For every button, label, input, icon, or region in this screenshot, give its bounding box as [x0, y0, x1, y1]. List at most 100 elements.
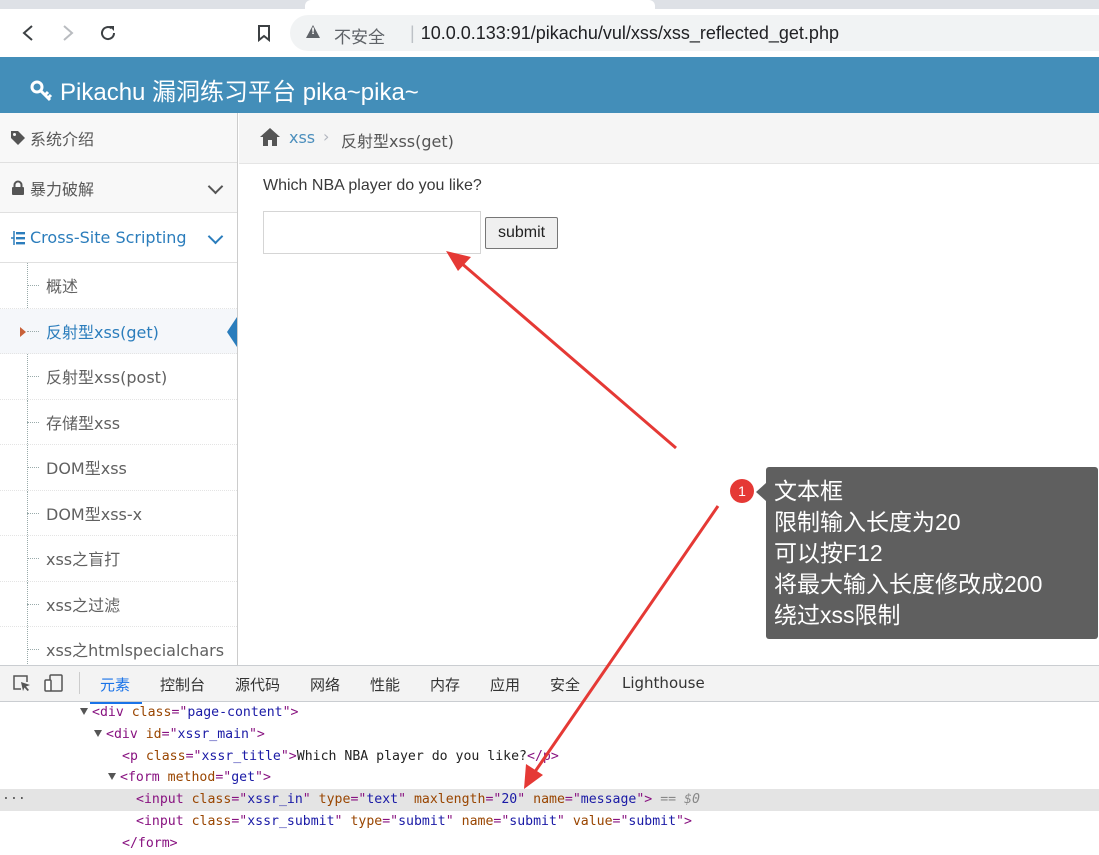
key-icon — [30, 79, 54, 103]
submenu-item-blind[interactable]: xss之盲打 — [0, 536, 237, 582]
url-separator: | — [410, 23, 415, 43]
tab-console[interactable]: 控制台 — [160, 674, 205, 695]
dom-node[interactable]: <p class="xssr_title">Which NBA player d… — [0, 746, 1099, 768]
tab-security[interactable]: 安全 — [550, 674, 580, 695]
annotation-badge: 1 — [730, 479, 754, 503]
tab-lighthouse[interactable]: Lighthouse — [622, 674, 705, 692]
back-icon[interactable] — [16, 21, 40, 45]
devtools-panel: 元素 控制台 源代码 网络 性能 内存 应用 安全 Lighthouse <di… — [0, 665, 1099, 851]
submenu-item-reflected-post[interactable]: 反射型xss(post) — [0, 354, 237, 400]
submenu-item-label: xss之盲打 — [46, 550, 121, 570]
submenu-item-label: xss之htmlspecialchars — [46, 641, 225, 661]
dom-node-selected[interactable]: ... <input class="xssr_in" type="text" ma… — [0, 788, 1099, 811]
submenu-item-htmlspecialchars[interactable]: xss之htmlspecialchars — [0, 627, 237, 665]
tree-line — [27, 354, 28, 399]
home-icon[interactable] — [259, 127, 281, 151]
annotation-line: 绕过xss限制 — [774, 602, 901, 628]
dom-node[interactable]: <div id="xssr_main"> — [0, 724, 1099, 746]
devtools-tabs: 元素 控制台 源代码 网络 性能 内存 应用 安全 Lighthouse — [0, 666, 1099, 704]
tree-line — [27, 627, 28, 665]
tree-line — [27, 263, 28, 308]
browser-tab-strip — [0, 0, 1099, 9]
sidebar-item-intro[interactable]: 系统介绍 — [0, 113, 237, 163]
annotation-line: 可以按F12 — [774, 540, 883, 566]
sidebar-item-label: 系统介绍 — [30, 129, 95, 149]
submenu-item-stored[interactable]: 存储型xss — [0, 399, 237, 445]
tree-line — [27, 490, 28, 535]
tab-elements[interactable]: 元素 — [89, 674, 143, 704]
arrow-to-input — [459, 260, 677, 450]
tab-application[interactable]: 应用 — [490, 674, 520, 695]
chevron-down-icon — [207, 178, 224, 195]
breadcrumb: xss › 反射型xss(get) — [239, 113, 1099, 164]
annotation-line: 文本框 — [774, 478, 843, 504]
submenu-item-label: 存储型xss — [46, 413, 121, 433]
expand-triangle-icon[interactable] — [80, 708, 88, 715]
submenu-item-label: 反射型xss(post) — [46, 368, 168, 388]
submenu-item-label: DOM型xss — [46, 459, 127, 479]
tree-line — [27, 536, 28, 581]
address-bar[interactable]: 不安全 |10.0.0.133:91/pikachu/vul/xss/xss_r… — [290, 15, 1099, 51]
dom-node[interactable]: <input class="xssr_submit" type="submit"… — [0, 811, 1099, 833]
submenu-item-dom[interactable]: DOM型xss — [0, 445, 237, 491]
app-title: Pikachu 漏洞练习平台 pika~pika~ — [60, 79, 419, 106]
sidebar-item-bruteforce[interactable]: 暴力破解 — [0, 163, 237, 213]
url-value: 10.0.0.133:91/pikachu/vul/xss/xss_reflec… — [420, 23, 839, 43]
breadcrumb-current: 反射型xss(get) — [341, 132, 454, 151]
submenu-item-label: DOM型xss-x — [46, 504, 143, 524]
sidebar: 系统介绍 暴力破解 Cross-Site Scripting 概述 反射型xss… — [0, 113, 238, 665]
security-label: 不安全 — [334, 28, 385, 48]
tree-line — [27, 445, 28, 490]
tag-icon — [8, 130, 28, 146]
sidebar-item-label: Cross-Site Scripting — [30, 228, 187, 247]
bookmark-icon[interactable] — [252, 21, 276, 45]
breadcrumb-link-xss[interactable]: xss — [289, 128, 315, 147]
chevron-right-icon: › — [323, 127, 330, 146]
submenu-item-label: xss之过滤 — [46, 595, 121, 615]
sidebar-item-label: 暴力破解 — [30, 179, 95, 199]
xss-submenu: 概述 反射型xss(get) 反射型xss(post) 存储型xss DOM型x… — [0, 263, 237, 665]
submenu-item-label: 反射型xss(get) — [46, 322, 159, 342]
inspect-element-icon[interactable] — [12, 674, 32, 692]
tab-performance[interactable]: 性能 — [370, 674, 400, 695]
annotation-line: 将最大输入长度修改成200 — [774, 571, 1043, 597]
toolbar-divider — [79, 672, 80, 694]
tab-memory[interactable]: 内存 — [430, 674, 460, 695]
message-input[interactable] — [263, 211, 481, 254]
dom-tree: <div class="page-content"> <div id="xssr… — [0, 702, 1099, 855]
tab-sources[interactable]: 源代码 — [235, 674, 280, 695]
dom-node[interactable]: <div class="page-content"> — [0, 702, 1099, 724]
tree-line — [27, 581, 28, 626]
caret-right-icon — [20, 326, 26, 337]
submenu-item-filter[interactable]: xss之过滤 — [0, 581, 237, 627]
submenu-item-label: 概述 — [46, 277, 79, 297]
list-tree-icon — [8, 230, 28, 246]
tree-line — [27, 399, 28, 444]
expand-triangle-icon[interactable] — [108, 773, 116, 781]
app-logo[interactable]: Pikachu 漏洞练习平台 pika~pika~ — [30, 72, 419, 107]
more-icon[interactable]: ... — [2, 785, 26, 807]
sidebar-item-xss[interactable]: Cross-Site Scripting — [0, 213, 237, 263]
form-question: Which NBA player do you like? — [263, 177, 482, 194]
browser-toolbar: 不安全 |10.0.0.133:91/pikachu/vul/xss/xss_r… — [0, 9, 1099, 57]
dom-node[interactable]: </form> — [0, 833, 1099, 855]
submenu-item-reflected-get[interactable]: 反射型xss(get) — [0, 308, 237, 354]
browser-tab[interactable] — [305, 0, 655, 9]
tab-network[interactable]: 网络 — [310, 674, 340, 695]
device-toolbar-icon[interactable] — [44, 674, 64, 692]
warning-icon — [306, 25, 320, 38]
forward-icon[interactable] — [56, 21, 80, 45]
app-header: Pikachu 漏洞练习平台 pika~pika~ — [0, 57, 1099, 113]
reload-icon[interactable] — [96, 21, 120, 45]
submenu-item-overview[interactable]: 概述 — [0, 263, 237, 309]
expand-triangle-icon[interactable] — [94, 729, 102, 737]
annotation-note: 文本框 限制输入长度为20 可以按F12 将最大输入长度修改成200 绕过xss… — [756, 467, 1098, 639]
submenu-item-dom-x[interactable]: DOM型xss-x — [0, 490, 237, 536]
arrow-head-input — [446, 251, 471, 271]
submit-button[interactable]: submit — [485, 217, 558, 249]
annotation-line: 限制输入长度为20 — [774, 509, 961, 535]
chevron-down-icon — [207, 228, 224, 245]
lock-icon — [8, 180, 28, 196]
dom-node[interactable]: <form method="get"> — [0, 767, 1099, 789]
url-text[interactable]: | 10.0.0.133:91/pikachu/vul/xss/xss_refle… — [408, 23, 839, 44]
